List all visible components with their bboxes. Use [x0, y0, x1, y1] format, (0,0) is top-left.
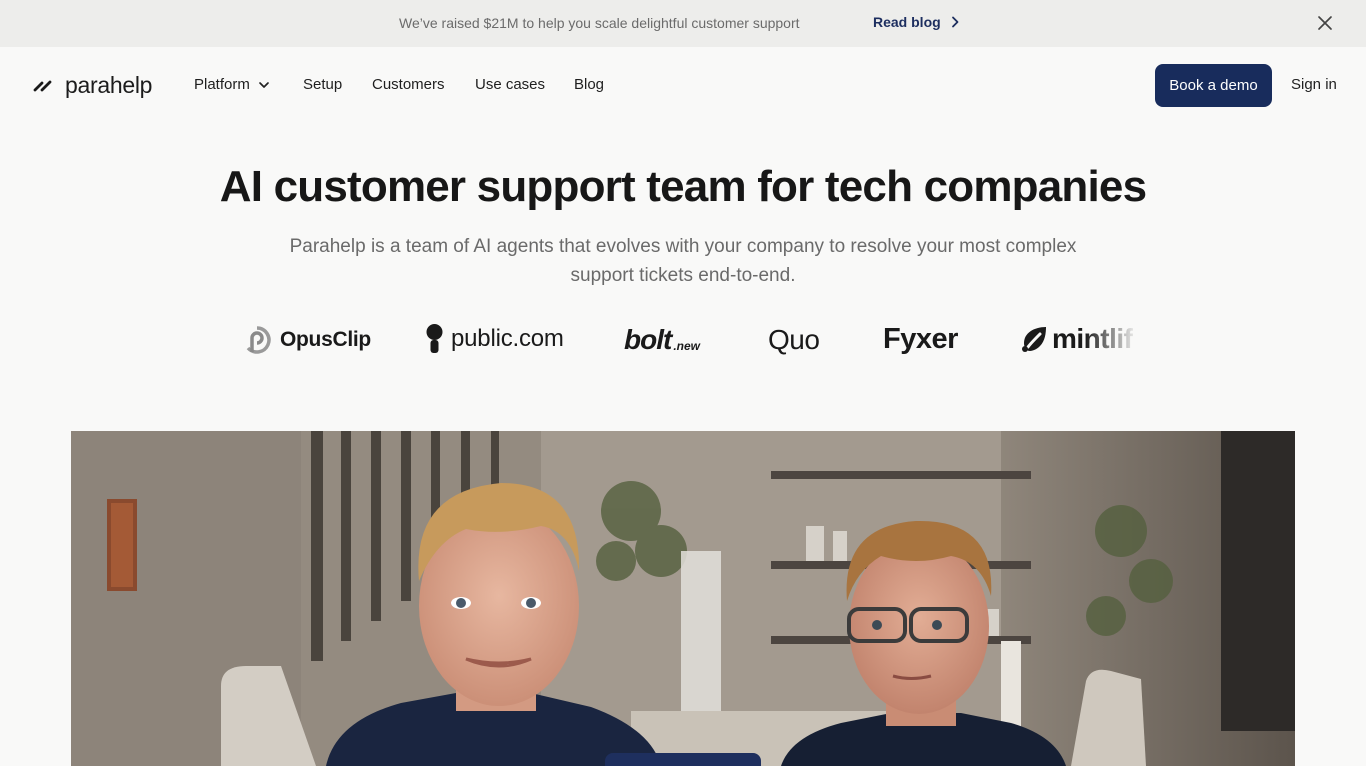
hero-subtitle: Parahelp is a team of AI agents that evo… — [243, 232, 1123, 290]
chevron-right-icon — [951, 16, 959, 28]
brand-logo[interactable]: parahelp — [33, 71, 152, 99]
hero-subtitle-line1: Parahelp is a team of AI agents that evo… — [289, 236, 1077, 257]
hero-video[interactable] — [71, 431, 1295, 766]
customer-logos: OpusClip public.com bolt .new Quo Fyxer … — [0, 320, 1366, 364]
nav-setup[interactable]: Setup — [303, 76, 342, 93]
mintlify-leaf-icon — [1022, 327, 1046, 352]
logo-quo: Quo — [768, 324, 820, 356]
brand-name: parahelp — [65, 71, 153, 98]
announcement-text: We’ve raised $21M to help you scale deli… — [399, 15, 800, 31]
double-slash-icon — [33, 80, 52, 92]
video-play-button[interactable] — [605, 753, 761, 766]
nav-use-cases[interactable]: Use cases — [475, 76, 545, 93]
logo-public-text: public.com — [451, 325, 564, 352]
hero-subtitle-line2: support tickets end-to-end. — [570, 265, 796, 286]
hero-title: AI customer support team for tech compan… — [219, 162, 1147, 211]
read-blog-link[interactable]: Read blog — [873, 14, 959, 30]
logo-public: public.com — [426, 324, 564, 354]
nav-platform-label: Platform — [194, 76, 250, 93]
logo-quo-text: Quo — [768, 324, 820, 355]
public-mark-icon — [426, 324, 443, 353]
nav-platform[interactable]: Platform — [194, 76, 270, 93]
logo-opusclip-text: OpusClip — [280, 328, 371, 351]
logo-mintlify-text: mintlif — [1052, 323, 1133, 354]
main-nav: parahelp Platform Setup Customers Use ca… — [0, 47, 1366, 123]
logo-mintlify: mintlif — [1020, 323, 1138, 355]
logo-fyxer-text: Fyxer — [883, 323, 958, 355]
logo-bolt: bolt .new — [624, 324, 700, 356]
nav-customers[interactable]: Customers — [372, 76, 445, 93]
logo-bolt-text: bolt — [624, 324, 672, 355]
nav-blog[interactable]: Blog — [574, 76, 604, 93]
chevron-down-icon — [259, 81, 269, 88]
read-blog-label: Read blog — [873, 14, 941, 30]
close-icon[interactable] — [1316, 14, 1334, 32]
logo-opusclip: OpusClip — [242, 325, 371, 355]
video-frame-image — [71, 431, 1295, 766]
opusclip-mark-icon — [246, 326, 271, 354]
logo-fyxer: Fyxer — [883, 323, 958, 356]
logo-bolt-suffix: .new — [673, 339, 700, 353]
sign-in-link[interactable]: Sign in — [1291, 76, 1337, 93]
book-demo-button[interactable]: Book a demo — [1155, 64, 1272, 107]
announcement-banner: We’ve raised $21M to help you scale deli… — [0, 0, 1366, 47]
